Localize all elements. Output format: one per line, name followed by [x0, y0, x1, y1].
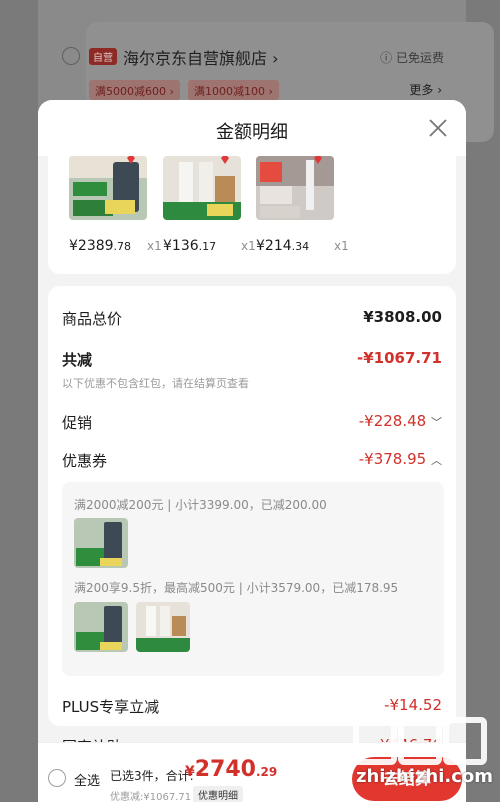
product-image-water-heater[interactable] [69, 156, 147, 220]
coupon-line-2: 满200享9.5折，最高减500元 | 小计3579.00，已减178.95 [74, 581, 399, 595]
total-price-label: 商品总价 [62, 310, 123, 328]
coupon-product-thumb-towel-rack[interactable] [136, 602, 190, 652]
product-price: ¥136.17 [163, 238, 217, 254]
close-icon [429, 119, 447, 137]
promo-row[interactable]: -¥228.48 ﹀ [359, 412, 442, 430]
total-amount: ¥2740.29 [185, 757, 278, 782]
coupon-product-thumb-water-heater[interactable] [74, 518, 128, 568]
store-name-link[interactable]: 海尔京东自营旗舰店 › [123, 45, 279, 69]
product-list-card: ¥2389.78 x1 ¥136.17 x1 ¥214.34 x1 [48, 156, 456, 274]
select-all-radio[interactable] [48, 769, 66, 787]
total-reduce-value: -¥1067.71 [357, 349, 442, 367]
product-qty: x1 [334, 239, 349, 253]
shipping-status: ⓘ 已免运费 [380, 51, 444, 65]
amount-detail-sheet: 金额明细 ¥2389.78 x1 ¥136.17 x1 ¥214.34 x1 商… [38, 100, 466, 802]
store-more-link[interactable]: 更多 › [409, 81, 442, 98]
select-all-label[interactable]: 全选 [74, 770, 100, 789]
store-select-radio[interactable] [62, 47, 80, 65]
sheet-title: 金额明细 [216, 122, 288, 143]
product-price: ¥2389.78 [69, 238, 132, 254]
watermark-logo [353, 717, 487, 765]
product-image-light-fixture[interactable] [256, 156, 334, 220]
discount-note: 以下优惠不包含红包，请在结算页查看 [62, 377, 249, 390]
selected-count: 已选3件，合计: [110, 769, 194, 783]
watermark-site: zhizhizhi.com [356, 766, 494, 787]
discount-amount: 优惠减:¥1067.71 [110, 792, 192, 802]
product-price: ¥214.34 [256, 238, 310, 254]
total-reduce-label: 共减 [62, 351, 93, 369]
self-operated-tag: 自营 [89, 48, 117, 65]
coupon-line-1: 满2000减200元 | 小计3399.00，已减200.00 [74, 498, 327, 512]
close-button[interactable] [426, 116, 450, 140]
product-qty: x1 [241, 239, 256, 253]
coupon-value: -¥378.95 [358, 450, 427, 468]
coupon-detail-box: 满2000减200元 | 小计3399.00，已减200.00 满200享9.5… [62, 482, 444, 676]
product-qty: x1 [147, 239, 162, 253]
chevron-up-icon: ︿ [431, 454, 442, 467]
chevron-down-icon: ﹀ [431, 416, 442, 429]
coupon-product-thumb-water-heater[interactable] [74, 602, 128, 652]
sheet-header: 金额明细 [38, 100, 466, 156]
coupon-label: 优惠券 [62, 452, 108, 470]
coupon-row[interactable]: -¥378.95 ︿ [359, 450, 442, 468]
total-price-value: ¥3808.00 [363, 308, 442, 326]
discount-detail-button[interactable]: 优惠明细 [193, 786, 243, 802]
promo-value: -¥228.48 [358, 412, 427, 430]
plus-discount-label: PLUS专享立减 [62, 698, 160, 716]
price-summary-card: 商品总价 ¥3808.00 共减 -¥1067.71 以下优惠不包含红包，请在结… [48, 286, 456, 726]
store-promo-2[interactable]: 满1000减100 › [188, 80, 279, 100]
store-promo-1[interactable]: 满5000减600 › [89, 80, 180, 100]
promo-label: 促销 [62, 414, 93, 432]
product-image-towel-rack[interactable] [163, 156, 241, 220]
